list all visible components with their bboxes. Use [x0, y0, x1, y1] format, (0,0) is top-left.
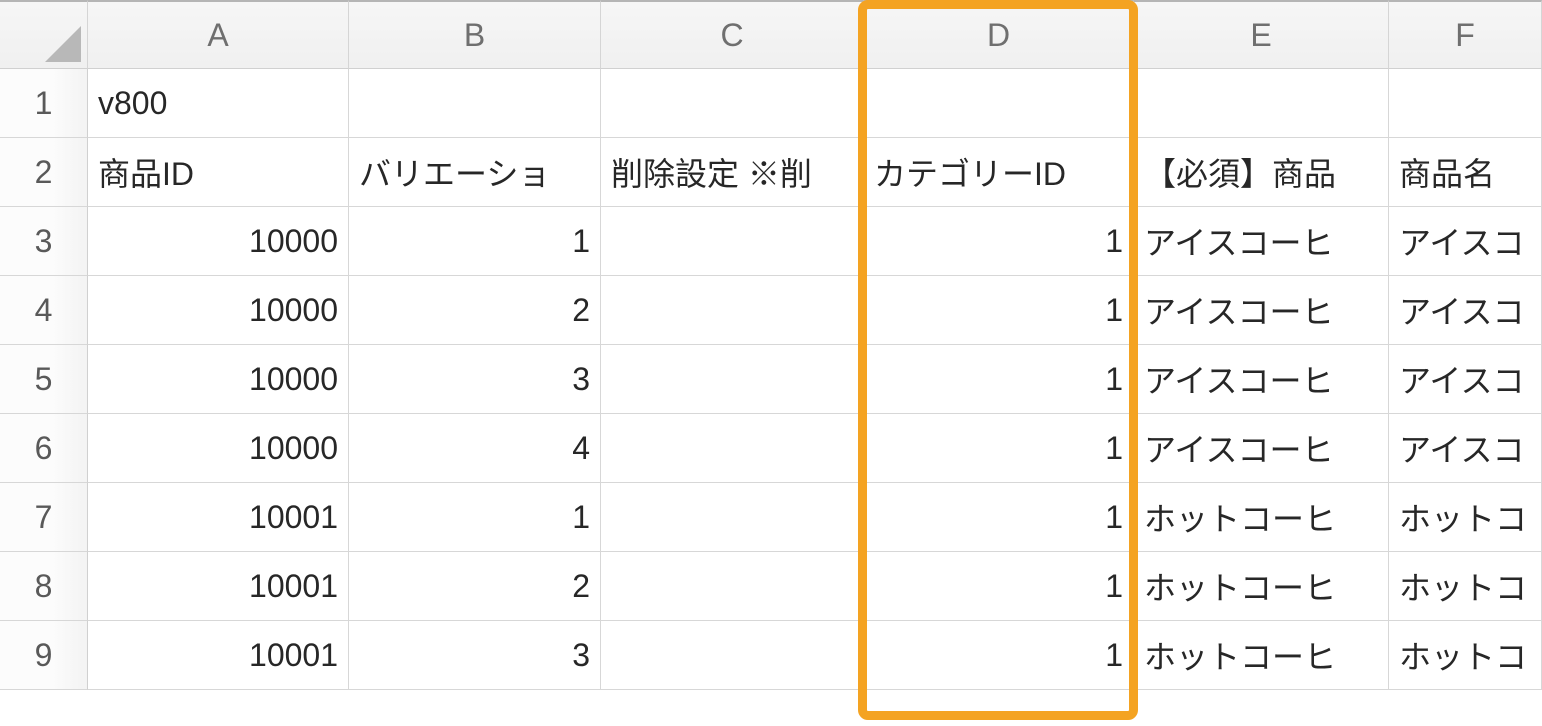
row-header-9[interactable]: 9 — [0, 621, 88, 690]
cell-C2[interactable]: 削除設定 ※削 — [601, 138, 864, 207]
cell-E4[interactable]: アイスコーヒ — [1134, 276, 1389, 345]
cell-D2[interactable]: カテゴリーID — [864, 138, 1134, 207]
cell-B6[interactable]: 4 — [349, 414, 601, 483]
cell-C6[interactable] — [601, 414, 864, 483]
col-header-A[interactable]: A — [88, 0, 349, 69]
cell-F7[interactable]: ホットコ — [1389, 483, 1542, 552]
cell-C1[interactable] — [601, 69, 864, 138]
col-header-B[interactable]: B — [349, 0, 601, 69]
cell-A9[interactable]: 10001 — [88, 621, 349, 690]
cell-F2[interactable]: 商品名 — [1389, 138, 1542, 207]
cell-C8[interactable] — [601, 552, 864, 621]
row-header-5[interactable]: 5 — [0, 345, 88, 414]
cell-A4[interactable]: 10000 — [88, 276, 349, 345]
cell-B5[interactable]: 3 — [349, 345, 601, 414]
cell-B3[interactable]: 1 — [349, 207, 601, 276]
cell-A5[interactable]: 10000 — [88, 345, 349, 414]
cell-B7[interactable]: 1 — [349, 483, 601, 552]
cell-C3[interactable] — [601, 207, 864, 276]
cell-B9[interactable]: 3 — [349, 621, 601, 690]
cell-F3[interactable]: アイスコ — [1389, 207, 1542, 276]
cell-C4[interactable] — [601, 276, 864, 345]
cell-A8[interactable]: 10001 — [88, 552, 349, 621]
cell-D9[interactable]: 1 — [864, 621, 1134, 690]
row-header-8[interactable]: 8 — [0, 552, 88, 621]
cell-E8[interactable]: ホットコーヒ — [1134, 552, 1389, 621]
cell-D6[interactable]: 1 — [864, 414, 1134, 483]
cell-F8[interactable]: ホットコ — [1389, 552, 1542, 621]
cell-F4[interactable]: アイスコ — [1389, 276, 1542, 345]
cell-B8[interactable]: 2 — [349, 552, 601, 621]
cell-B4[interactable]: 2 — [349, 276, 601, 345]
row-header-2[interactable]: 2 — [0, 138, 88, 207]
cell-D4[interactable]: 1 — [864, 276, 1134, 345]
cell-B2[interactable]: バリエーショ — [349, 138, 601, 207]
cell-D3[interactable]: 1 — [864, 207, 1134, 276]
cell-E3[interactable]: アイスコーヒ — [1134, 207, 1389, 276]
cell-D5[interactable]: 1 — [864, 345, 1134, 414]
col-header-E[interactable]: E — [1134, 0, 1389, 69]
cell-E1[interactable] — [1134, 69, 1389, 138]
spreadsheet-grid: A B C D E F 1 v800 2 商品ID バリエーショ 削除設定 ※削… — [0, 0, 1542, 690]
cell-F6[interactable]: アイスコ — [1389, 414, 1542, 483]
cell-E7[interactable]: ホットコーヒ — [1134, 483, 1389, 552]
cell-A3[interactable]: 10000 — [88, 207, 349, 276]
row-header-4[interactable]: 4 — [0, 276, 88, 345]
cell-E6[interactable]: アイスコーヒ — [1134, 414, 1389, 483]
cell-A6[interactable]: 10000 — [88, 414, 349, 483]
row-header-3[interactable]: 3 — [0, 207, 88, 276]
cell-E5[interactable]: アイスコーヒ — [1134, 345, 1389, 414]
cell-A7[interactable]: 10001 — [88, 483, 349, 552]
cell-C7[interactable] — [601, 483, 864, 552]
cell-C9[interactable] — [601, 621, 864, 690]
cell-E9[interactable]: ホットコーヒ — [1134, 621, 1389, 690]
cell-E2[interactable]: 【必須】商品 — [1134, 138, 1389, 207]
cell-F1[interactable] — [1389, 69, 1542, 138]
cell-C5[interactable] — [601, 345, 864, 414]
col-header-F[interactable]: F — [1389, 0, 1542, 69]
row-header-7[interactable]: 7 — [0, 483, 88, 552]
cell-A1[interactable]: v800 — [88, 69, 349, 138]
select-all-corner[interactable] — [0, 0, 88, 69]
row-header-1[interactable]: 1 — [0, 69, 88, 138]
cell-A2[interactable]: 商品ID — [88, 138, 349, 207]
cell-B1[interactable] — [349, 69, 601, 138]
cell-D7[interactable]: 1 — [864, 483, 1134, 552]
cell-F5[interactable]: アイスコ — [1389, 345, 1542, 414]
cell-D1[interactable] — [864, 69, 1134, 138]
cell-F9[interactable]: ホットコ — [1389, 621, 1542, 690]
col-header-C[interactable]: C — [601, 0, 864, 69]
row-header-6[interactable]: 6 — [0, 414, 88, 483]
col-header-D[interactable]: D — [864, 0, 1134, 69]
cell-D8[interactable]: 1 — [864, 552, 1134, 621]
